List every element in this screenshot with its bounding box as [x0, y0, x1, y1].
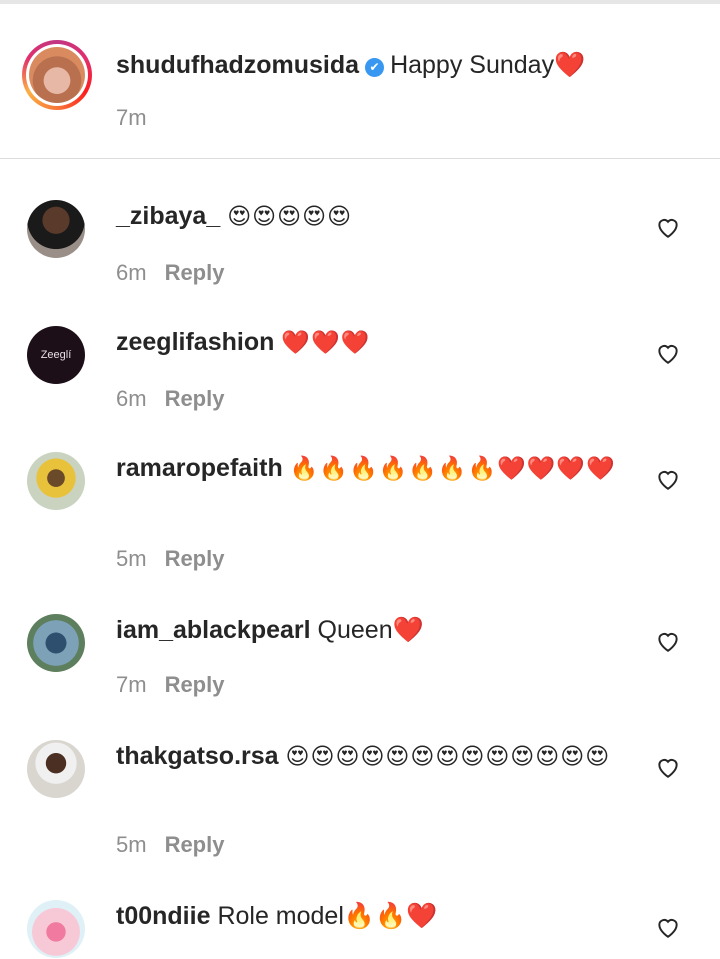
- comment-meta: 5m Reply: [116, 832, 224, 858]
- comment-text: 😍😍😍😍😍: [227, 203, 353, 229]
- comment-line: zeeglifashion ❤️❤️❤️: [116, 324, 616, 360]
- reply-button[interactable]: Reply: [165, 260, 225, 285]
- reply-button[interactable]: Reply: [165, 546, 225, 571]
- like-heart-icon[interactable]: [655, 214, 681, 240]
- reply-button[interactable]: Reply: [165, 672, 225, 697]
- comment-time: 5m: [116, 546, 147, 571]
- comment-meta: 7m Reply: [116, 672, 224, 698]
- avatar[interactable]: [27, 200, 85, 258]
- comment-time: 6m: [116, 386, 147, 411]
- comment-meta: 6m Reply: [116, 260, 224, 286]
- avatar[interactable]: [27, 614, 85, 672]
- caption-text: Happy Sunday❤️: [390, 51, 586, 79]
- verified-badge-icon: ✔: [365, 58, 385, 77]
- comment-username[interactable]: t00ndiie: [116, 902, 210, 930]
- caption-divider: [0, 158, 720, 159]
- comment-line: iam_ablackpearl Queen❤️: [116, 612, 616, 648]
- like-heart-icon[interactable]: [655, 914, 681, 940]
- comment-meta: 6m Reply: [116, 386, 224, 412]
- comment-text: Role model🔥🔥❤️: [217, 902, 438, 930]
- avatar[interactable]: Zeeglí: [27, 326, 85, 384]
- like-heart-icon[interactable]: [655, 754, 681, 780]
- comment-text: 😍😍😍😍😍😍😍😍😍😍😍😍😍: [285, 743, 611, 769]
- comment-username[interactable]: thakgatso.rsa: [116, 742, 279, 770]
- like-heart-icon[interactable]: [655, 340, 681, 366]
- comment-text: ❤️❤️❤️: [281, 329, 371, 355]
- avatar-photo: [29, 47, 85, 103]
- post-caption: shudufhadzomusida ✔ Happy Sunday❤️ 7m: [0, 4, 720, 158]
- caption-timestamp: 7m: [116, 105, 147, 130]
- reply-button[interactable]: Reply: [165, 386, 225, 411]
- comment-line: t00ndiie Role model🔥🔥❤️: [116, 898, 616, 934]
- comment-username[interactable]: zeeglifashion: [116, 328, 274, 356]
- like-heart-icon[interactable]: [655, 466, 681, 492]
- comment-time: 5m: [116, 832, 147, 857]
- comment-username[interactable]: ramaropefaith: [116, 454, 283, 482]
- comment-username[interactable]: iam_ablackpearl: [116, 616, 311, 644]
- comment-line: _zibaya_ 😍😍😍😍😍: [116, 198, 616, 234]
- caption-avatar[interactable]: [22, 40, 92, 110]
- caption-line: shudufhadzomusida ✔ Happy Sunday❤️: [116, 48, 585, 82]
- comment-meta: 5m Reply: [116, 546, 224, 572]
- comment-username[interactable]: _zibaya_: [116, 202, 220, 230]
- comment-time: 6m: [116, 260, 147, 285]
- comment-text: 🔥🔥🔥🔥🔥🔥🔥❤️❤️❤️❤️: [289, 455, 616, 481]
- avatar[interactable]: [27, 452, 85, 510]
- comment-line: ramaropefaith 🔥🔥🔥🔥🔥🔥🔥❤️❤️❤️❤️: [116, 450, 616, 486]
- comment-time: 7m: [116, 672, 147, 697]
- reply-button[interactable]: Reply: [165, 832, 225, 857]
- avatar[interactable]: [27, 900, 85, 958]
- caption-username[interactable]: shudufhadzomusida: [116, 51, 359, 79]
- comment-text: Queen❤️: [317, 616, 424, 644]
- avatar[interactable]: [27, 740, 85, 798]
- like-heart-icon[interactable]: [655, 628, 681, 654]
- comment-line: thakgatso.rsa 😍😍😍😍😍😍😍😍😍😍😍😍😍: [116, 738, 616, 774]
